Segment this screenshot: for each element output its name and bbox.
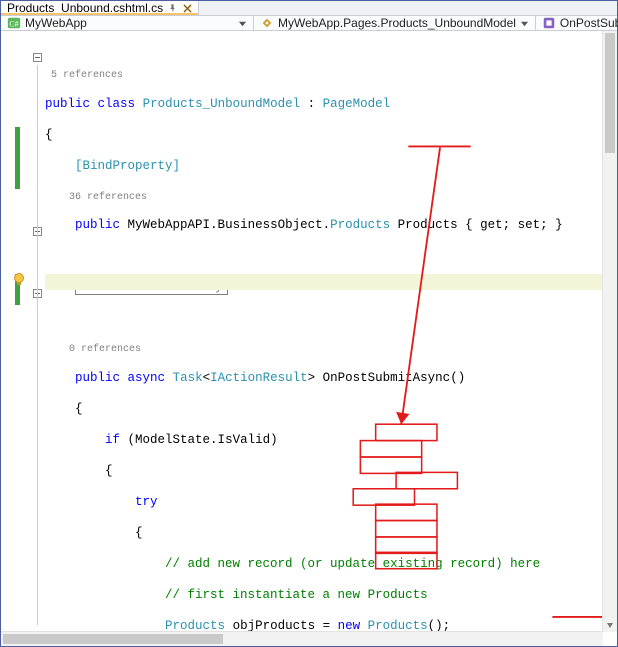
scrollbar-thumb[interactable] — [605, 33, 615, 153]
tab-strip: Products_Unbound.cshtml.cs — [1, 1, 617, 16]
class-icon — [260, 16, 274, 30]
nav-member[interactable]: OnPostSubmitAsync — [536, 16, 618, 30]
csharp-project-icon: C# — [7, 16, 21, 30]
nav-class-label: MyWebApp.Pages.Products_UnboundModel — [278, 16, 516, 30]
file-tab[interactable]: Products_Unbound.cshtml.cs — [1, 1, 199, 15]
vertical-scrollbar[interactable] — [602, 31, 617, 632]
caret-line-highlight — [45, 274, 617, 290]
method-icon — [542, 16, 556, 30]
code-editor[interactable]: 5 references public class Products_Unbou… — [1, 31, 617, 646]
codelens[interactable]: 5 references — [45, 68, 609, 81]
code-surface[interactable]: 5 references public class Products_Unbou… — [45, 31, 617, 646]
close-icon[interactable] — [183, 4, 192, 13]
chevron-down-icon — [520, 19, 529, 28]
lightbulb-icon[interactable] — [11, 272, 27, 288]
navigation-bar: C# MyWebApp MyWebApp.Pages.Products_Unbo… — [1, 16, 617, 31]
pin-icon[interactable] — [169, 4, 177, 12]
nav-class[interactable]: MyWebApp.Pages.Products_UnboundModel — [254, 16, 536, 30]
scrollbar-thumb[interactable] — [3, 634, 223, 644]
svg-text:C#: C# — [9, 20, 18, 29]
annotation-overlay — [45, 31, 617, 646]
codelens[interactable]: 0 references — [45, 342, 609, 355]
horizontal-scrollbar[interactable] — [1, 631, 603, 646]
editor-gutter — [1, 31, 45, 646]
outline-toggle-icon[interactable] — [33, 53, 42, 62]
chevron-down-icon — [238, 19, 247, 28]
nav-scope-label: MyWebApp — [25, 16, 87, 30]
change-marker — [15, 127, 20, 189]
codelens[interactable]: 36 references — [45, 190, 609, 203]
nav-scope[interactable]: C# MyWebApp — [1, 16, 254, 30]
nav-member-label: OnPostSubmitAsync — [560, 16, 618, 30]
scroll-down-icon[interactable] — [603, 618, 617, 632]
property-name: Products — [398, 218, 458, 232]
